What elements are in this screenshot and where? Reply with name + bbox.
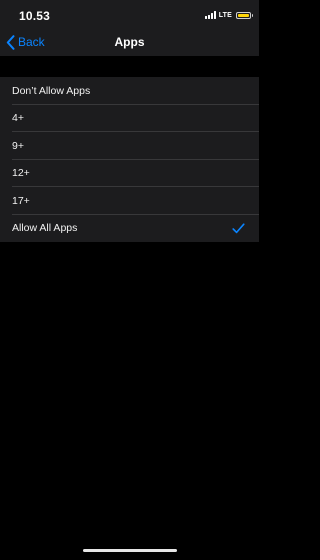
status-bar: 10.53 LTE	[0, 0, 259, 30]
option-label: 4+	[12, 112, 24, 125]
status-indicators: LTE	[204, 10, 253, 20]
navigation-bar: Back Apps	[0, 30, 259, 56]
checkmark-icon	[232, 222, 245, 233]
option-12-plus[interactable]: 12+	[0, 160, 259, 187]
option-label: Allow All Apps	[12, 222, 78, 235]
option-label: 9+	[12, 139, 24, 152]
option-label: 17+	[12, 194, 30, 207]
option-9-plus[interactable]: 9+	[0, 132, 259, 160]
option-label: 12+	[12, 167, 30, 180]
section-spacer	[0, 56, 259, 77]
signal-bars-icon	[204, 11, 216, 19]
network-type: LTE	[218, 11, 232, 19]
option-allow-all-apps[interactable]: Allow All Apps	[0, 215, 259, 243]
option-4-plus[interactable]: 4+	[0, 105, 259, 132]
screen: 10.53 LTE Back Apps Don’t Allow Apps 4+	[0, 0, 259, 560]
battery-icon	[236, 11, 253, 19]
page-title: Apps	[114, 35, 145, 49]
options-list: Don’t Allow Apps 4+ 9+ 12+ 17+ Allow All…	[0, 77, 259, 242]
option-label: Don’t Allow Apps	[12, 84, 91, 97]
option-dont-allow-apps[interactable]: Don’t Allow Apps	[0, 77, 259, 105]
option-17-plus[interactable]: 17+	[0, 187, 259, 215]
status-time: 10.53	[19, 9, 51, 23]
home-indicator[interactable]	[83, 549, 177, 552]
